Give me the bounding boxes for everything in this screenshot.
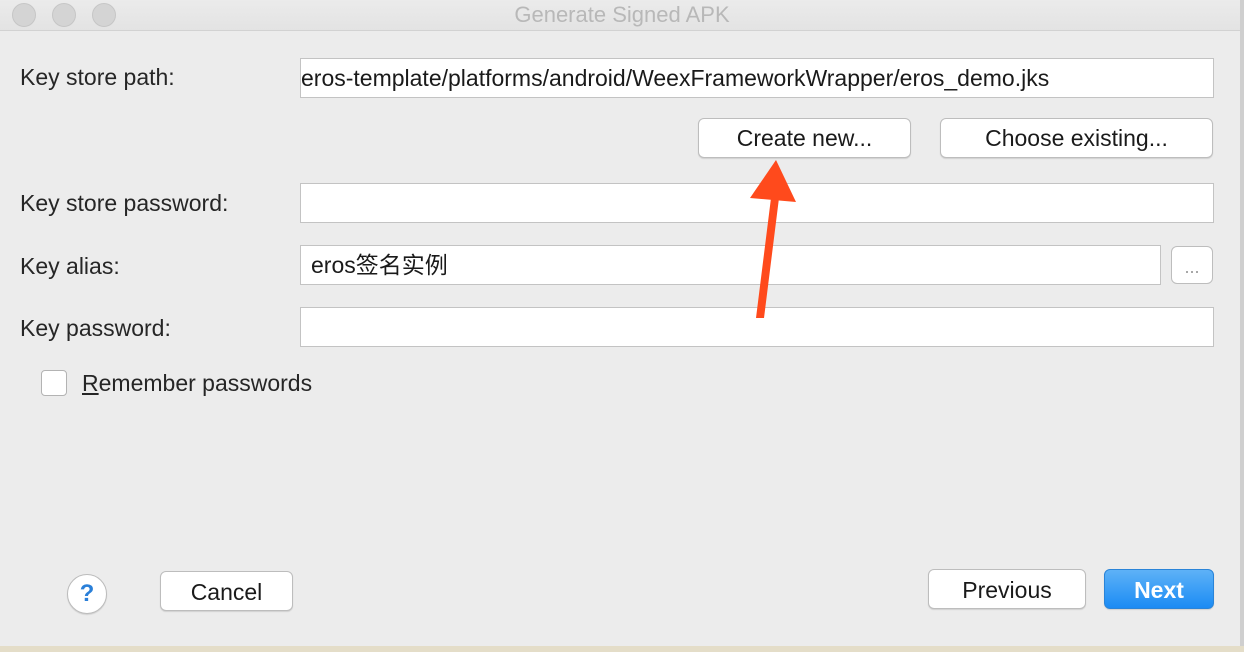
next-button[interactable]: Next — [1104, 569, 1214, 609]
help-button[interactable]: ? — [67, 574, 107, 614]
annotation-arrow-head — [750, 160, 796, 202]
annotation-arrow — [750, 160, 796, 318]
cancel-button[interactable]: Cancel — [160, 571, 293, 611]
window-bottom-edge — [0, 646, 1244, 652]
window-edge — [1240, 0, 1244, 652]
generate-signed-apk-dialog: Generate Signed APK Key store path: eros… — [0, 0, 1244, 652]
previous-button[interactable]: Previous — [928, 569, 1086, 609]
annotation-arrow-shaft — [756, 190, 780, 318]
